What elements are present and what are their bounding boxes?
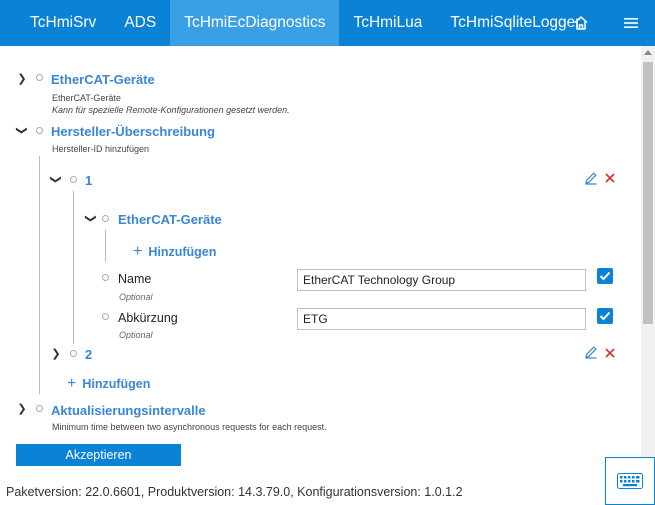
home-icon[interactable]: [566, 8, 596, 38]
status-dot-icon: [36, 127, 43, 134]
chevron-right-icon[interactable]: ❯: [16, 402, 28, 415]
plus-icon: +: [67, 375, 77, 392]
hamburger-menu-icon[interactable]: [616, 8, 646, 38]
name-enabled-checkbox[interactable]: [597, 268, 613, 284]
plus-icon: +: [133, 243, 143, 260]
item-1-title[interactable]: 1: [85, 173, 92, 188]
ethercat-devices-desc2: Kann für spezielle Remote-Konfiguratione…: [52, 105, 290, 115]
update-intervals-desc: Minimum time between two asynchronous re…: [52, 422, 327, 432]
scrollbar-thumb[interactable]: [643, 62, 653, 324]
add-vendor-label: Hinzufügen: [82, 377, 151, 391]
abbreviation-optional-hint: Optional: [119, 330, 153, 340]
top-navigation: TcHmiSrv ADS TcHmiEcDiagnostics TcHmiLua…: [0, 0, 655, 46]
status-dot-icon: [70, 350, 77, 357]
vendor-override-title[interactable]: Hersteller-Überschreibung: [51, 124, 215, 139]
item-2-title[interactable]: 2: [85, 347, 92, 362]
edit-pencil-icon[interactable]: [584, 345, 598, 364]
scroll-up-arrow-icon[interactable]: [644, 50, 652, 55]
chevron-right-icon[interactable]: ❯: [50, 347, 62, 360]
edit-pencil-icon[interactable]: [584, 171, 598, 190]
config-tree: ❯ EtherCAT-Geräte EtherCAT-Geräte Kann f…: [0, 46, 641, 470]
chevron-down-icon[interactable]: ❯: [85, 213, 98, 225]
virtual-keyboard-button[interactable]: [605, 457, 655, 505]
status-dot-icon: [102, 313, 109, 320]
add-button[interactable]: + Hinzufügen: [133, 243, 217, 260]
abbreviation-input[interactable]: [297, 308, 586, 330]
tree-guide-line: [73, 191, 74, 344]
tab-tchmisrv[interactable]: TcHmiSrv: [0, 0, 110, 46]
ethercat-devices-title[interactable]: EtherCAT-Geräte: [51, 72, 155, 87]
checkmark-icon: [599, 311, 611, 321]
vertical-scrollbar[interactable]: [641, 46, 655, 470]
status-dot-icon: [102, 215, 109, 222]
version-footer: Paketversion: 22.0.6601, Produktversion:…: [6, 485, 463, 499]
tab-ads[interactable]: ADS: [110, 0, 170, 46]
status-dot-icon: [70, 176, 77, 183]
tree-guide-line: [105, 230, 106, 262]
chevron-down-icon[interactable]: ❯: [16, 125, 29, 137]
delete-x-icon[interactable]: [604, 171, 616, 189]
add-label: Hinzufügen: [148, 245, 217, 259]
add-vendor-button[interactable]: + Hinzufügen: [67, 375, 151, 392]
abbreviation-enabled-checkbox[interactable]: [597, 308, 613, 324]
ethercat-devices-desc: EtherCAT-Geräte: [52, 93, 121, 103]
vendor-override-desc: Hersteller-ID hinzufügen: [52, 144, 150, 154]
tab-tchmilua[interactable]: TcHmiLua: [339, 0, 436, 46]
name-optional-hint: Optional: [119, 292, 153, 302]
status-dot-icon: [36, 405, 43, 412]
name-label: Name: [118, 272, 152, 286]
checkmark-icon: [599, 271, 611, 281]
abbreviation-label: Abkürzung: [118, 311, 178, 325]
chevron-down-icon[interactable]: ❯: [50, 174, 63, 186]
accept-button[interactable]: Akzeptieren: [16, 444, 181, 466]
tree-guide-line: [39, 156, 40, 394]
nested-ethercat-devices-title[interactable]: EtherCAT-Geräte: [118, 212, 222, 227]
tab-tchmiecdiagnostics[interactable]: TcHmiEcDiagnostics: [170, 0, 340, 46]
keyboard-icon: [617, 473, 643, 489]
status-dot-icon: [102, 274, 109, 281]
update-intervals-title[interactable]: Aktualisierungsintervalle: [51, 403, 206, 418]
status-dot-icon: [36, 74, 43, 81]
delete-x-icon[interactable]: [604, 346, 616, 364]
chevron-right-icon[interactable]: ❯: [16, 72, 28, 85]
name-input[interactable]: [297, 269, 586, 291]
